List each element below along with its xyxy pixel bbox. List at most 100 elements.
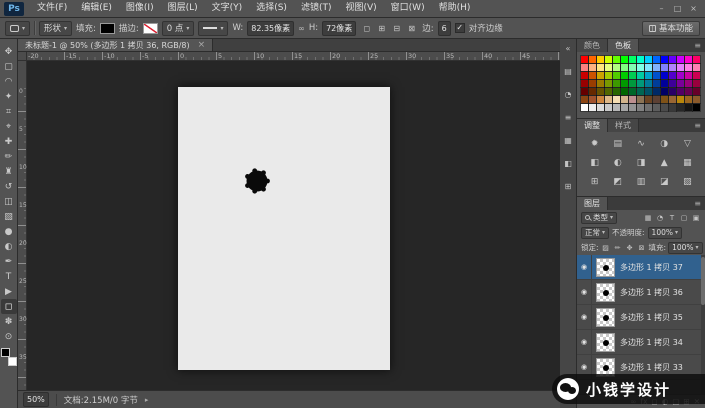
color-swatch[interactable] [581,64,588,71]
color-swatch[interactable] [597,72,604,79]
layer-visibility-icon[interactable]: ◉ [577,330,592,355]
color-swatch[interactable] [661,88,668,95]
filter-smart-objects-icon[interactable]: ▣ [691,212,701,223]
color-swatch[interactable] [597,80,604,87]
color-swatch[interactable] [621,64,628,71]
color-swatch[interactable] [621,80,628,87]
close-icon[interactable]: × [198,40,206,50]
color-swatch[interactable] [613,80,620,87]
color-swatch[interactable] [605,56,612,63]
color-swatch[interactable] [669,96,676,103]
color-swatch[interactable] [693,96,700,103]
tab-styles[interactable]: 样式 [608,119,639,132]
menu-layer[interactable]: 图层(L) [161,0,205,17]
color-swatch[interactable] [677,56,684,63]
properties-panel-icon[interactable]: ◔ [561,88,575,101]
status-options-icon[interactable]: ▸ [145,396,149,404]
layer-row[interactable]: ◉多边形 1 拷贝 36 [577,280,705,305]
curves-icon[interactable]: ∿ [629,136,652,151]
black-white-icon[interactable]: ◨ [629,155,652,170]
workspace-switcher[interactable]: 基本功能 [642,21,700,36]
tab-swatches[interactable]: 色板 [608,39,639,52]
type-tool[interactable]: T [1,269,17,284]
move-tool[interactable]: ✥ [1,44,17,59]
threshold-icon[interactable]: ◪ [653,174,676,189]
background-color-well[interactable] [8,357,17,366]
menu-help[interactable]: 帮助(H) [432,0,478,17]
color-swatch[interactable] [613,104,620,111]
restore-button[interactable]: □ [670,2,685,15]
color-swatch[interactable] [677,72,684,79]
character-panel-icon[interactable]: ▦ [561,134,575,147]
color-swatch[interactable] [589,88,596,95]
sides-input[interactable]: 6 [438,21,451,36]
color-swatch[interactable] [677,104,684,111]
stroke-color-swatch[interactable] [143,23,158,34]
eyedropper-tool[interactable]: ⌖ [1,119,17,134]
menu-type[interactable]: 文字(Y) [205,0,250,17]
shape-height-input[interactable]: 72像素 [322,21,356,36]
color-swatch[interactable] [677,64,684,71]
color-swatch[interactable] [589,64,596,71]
lasso-tool[interactable]: ◠ [1,74,17,89]
color-swatch[interactable] [653,64,660,71]
color-swatch[interactable] [669,64,676,71]
color-swatch[interactable] [589,72,596,79]
color-swatch[interactable] [613,88,620,95]
color-swatch[interactable] [589,80,596,87]
color-swatch[interactable] [685,80,692,87]
brush-tool[interactable]: ✏ [1,149,17,164]
shape-tool[interactable]: ◻ [1,299,17,314]
color-swatch[interactable] [629,96,636,103]
info-panel-icon[interactable]: ≡ [561,111,575,124]
link-dimensions-icon[interactable]: ∞ [298,24,305,33]
color-swatch[interactable] [597,64,604,71]
layer-visibility-icon[interactable]: ◉ [577,280,592,305]
color-swatch[interactable] [661,104,668,111]
tab-adjustments[interactable]: 调整 [577,119,608,132]
fill-color-swatch[interactable] [100,23,115,34]
color-swatch[interactable] [629,80,636,87]
color-swatch[interactable] [645,104,652,111]
color-swatch[interactable] [613,64,620,71]
eraser-tool[interactable]: ◫ [1,194,17,209]
filter-adjustment-layers-icon[interactable]: ◔ [655,212,665,223]
color-swatch[interactable] [589,96,596,103]
color-swatch[interactable] [661,96,668,103]
scrollbar-thumb[interactable] [701,257,705,305]
lock-position-icon[interactable]: ✥ [625,242,635,253]
color-swatch[interactable] [685,64,692,71]
menu-filter[interactable]: 滤镜(T) [294,0,339,17]
tool-preset-picker[interactable]: ▾ [5,21,30,36]
crop-tool[interactable]: ⌗ [1,104,17,119]
color-swatch[interactable] [621,56,628,63]
color-swatch[interactable] [685,72,692,79]
color-swatch[interactable] [693,88,700,95]
path-selection-tool[interactable]: ▶ [1,284,17,299]
color-swatch[interactable] [621,72,628,79]
history-brush-tool[interactable]: ↺ [1,179,17,194]
blur-tool[interactable]: ● [1,224,17,239]
color-swatch[interactable] [605,80,612,87]
polygon-shape[interactable] [242,166,272,196]
color-swatch[interactable] [661,64,668,71]
layer-row[interactable]: ◉多边形 1 拷贝 35 [577,305,705,330]
history-panel-icon[interactable]: ▤ [561,65,575,78]
color-swatch[interactable] [581,80,588,87]
color-swatch[interactable] [677,80,684,87]
color-swatch[interactable] [669,80,676,87]
color-swatch[interactable] [613,72,620,79]
zoom-tool[interactable]: ⊙ [1,329,17,344]
tool-mode-dropdown[interactable]: 形状 ▾ [39,21,72,36]
paragraph-panel-icon[interactable]: ◧ [561,157,575,170]
blend-mode-dropdown[interactable]: 正常 ▾ [581,227,609,239]
color-swatch[interactable] [637,72,644,79]
color-swatch[interactable] [637,104,644,111]
close-button[interactable]: × [686,2,701,15]
combine-shapes-icon[interactable]: ⊞ [375,22,388,35]
panel-menu-icon[interactable]: ≡ [690,197,705,210]
opacity-dropdown[interactable]: 100% ▾ [648,227,682,239]
shape-width-input[interactable]: 82.35像素 [247,21,294,36]
filter-type-layers-icon[interactable]: T [667,212,677,223]
menu-edit[interactable]: 编辑(E) [74,0,119,17]
